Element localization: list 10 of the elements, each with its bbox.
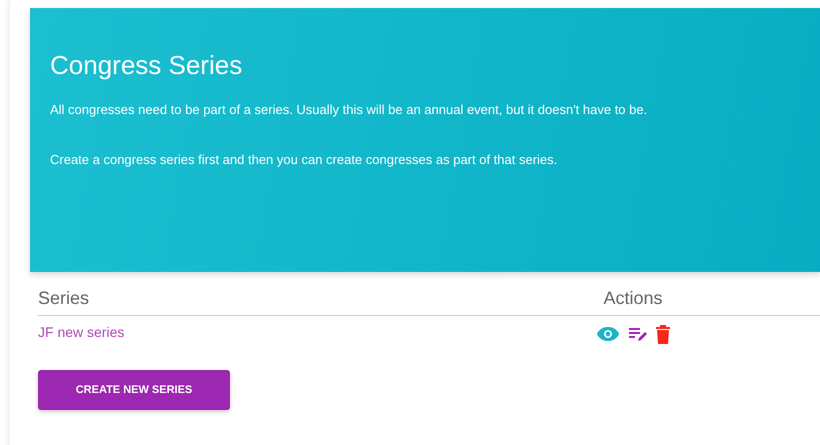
- trash-icon[interactable]: [656, 324, 670, 344]
- column-header: Actions: [602, 288, 664, 309]
- create-series-button[interactable]: CREATE NEW SERIES: [38, 370, 230, 410]
- column-header: Series: [38, 288, 90, 309]
- series-link[interactable]: JF new series: [38, 324, 558, 344]
- edit-icon[interactable]: [628, 326, 648, 342]
- description-text: Create a congress series first and then you can create congresses as part of that series.: [50, 151, 558, 169]
- eye-icon[interactable]: [596, 326, 620, 342]
- description-text: All congresses need to be part of a series. Usually this will be an annual event, but it doesn't have to be.: [50, 101, 648, 119]
- page-title: Congress Series: [50, 50, 244, 81]
